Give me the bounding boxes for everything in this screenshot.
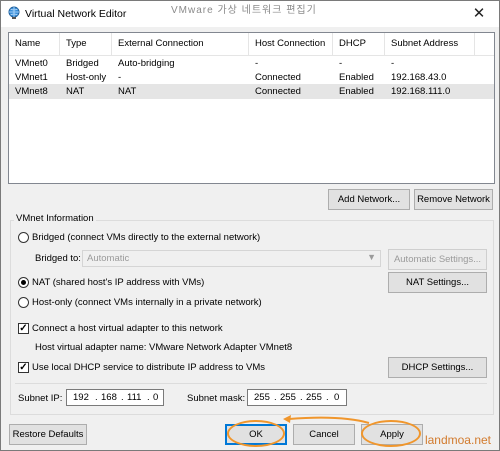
octet-dot: . bbox=[95, 392, 98, 403]
cell-host: - bbox=[255, 58, 259, 69]
bridged-radio[interactable] bbox=[18, 232, 29, 243]
cell-name: VMnet0 bbox=[15, 58, 48, 69]
background-window-title: VMware 가상 네트워크 편집기 bbox=[171, 5, 317, 16]
subnet-mask-octet-1: 255 bbox=[254, 392, 270, 403]
subnet-ip-octet-3: 111 bbox=[127, 392, 142, 403]
automatic-settings-button[interactable]: Automatic Settings... bbox=[388, 249, 487, 270]
column-header-type[interactable]: Type bbox=[60, 33, 112, 55]
subnet-ip-field[interactable]: 192 . 168 . 111 . 0 bbox=[66, 389, 164, 406]
cell-subnet: 192.168.111.0 bbox=[391, 86, 451, 97]
subnet-mask-octet-2: 255 bbox=[280, 392, 296, 403]
adapter-name-label: Host virtual adapter name: VMware Networ… bbox=[35, 342, 293, 353]
table-row[interactable]: VMnet0 Bridged Auto-bridging - - - bbox=[9, 56, 494, 71]
column-header-dhcp[interactable]: DHCP bbox=[333, 33, 385, 55]
title-bar[interactable]: Virtual Network Editor VMware 가상 네트워크 편집… bbox=[1, 1, 499, 27]
octet-dot: . bbox=[121, 392, 124, 403]
table-row[interactable]: VMnet1 Host-only - Connected Enabled 192… bbox=[9, 70, 494, 85]
cell-type: Host-only bbox=[66, 72, 107, 83]
watermark-text: landmoa.net bbox=[424, 433, 491, 447]
cell-external: NAT bbox=[118, 86, 137, 97]
subnet-ip-octet-1: 192 bbox=[73, 392, 89, 403]
subnet-mask-field[interactable]: 255 . 255 . 255 . 0 bbox=[247, 389, 347, 406]
octet-dot: . bbox=[274, 392, 277, 403]
chevron-down-icon: ▼ bbox=[367, 252, 376, 262]
remove-network-button[interactable]: Remove Network bbox=[414, 189, 493, 210]
vmnet-information-label: VMnet Information bbox=[14, 213, 96, 224]
cell-type: NAT bbox=[66, 86, 85, 97]
octet-dot: . bbox=[147, 392, 150, 403]
column-header-host-connection[interactable]: Host Connection bbox=[249, 33, 333, 55]
host-only-label[interactable]: Host-only (connect VMs internally in a p… bbox=[32, 297, 262, 308]
ok-highlight-circle bbox=[227, 420, 285, 447]
bridged-to-value: Automatic bbox=[87, 253, 130, 264]
subnet-ip-octet-4: 0 bbox=[153, 392, 159, 403]
cancel-button[interactable]: Cancel bbox=[293, 424, 355, 445]
list-header: Name Type External Connection Host Conne… bbox=[9, 33, 494, 56]
cell-subnet: 192.168.43.0 bbox=[391, 72, 447, 83]
octet-dot: . bbox=[300, 392, 303, 403]
cell-type: Bridged bbox=[66, 58, 99, 69]
cell-dhcp: - bbox=[339, 58, 343, 69]
nat-radio[interactable] bbox=[18, 277, 29, 288]
subnet-mask-label: Subnet mask: bbox=[187, 393, 246, 404]
column-header-external-connection[interactable]: External Connection bbox=[112, 33, 249, 55]
dhcp-label[interactable]: Use local DHCP service to distribute IP … bbox=[32, 362, 265, 373]
divider bbox=[15, 383, 487, 384]
table-row-selected[interactable]: VMnet8 NAT NAT Connected Enabled 192.168… bbox=[9, 84, 494, 99]
cell-dhcp: Enabled bbox=[339, 72, 374, 83]
cell-name: VMnet8 bbox=[15, 86, 48, 97]
dhcp-checkbox[interactable]: ✓ bbox=[18, 362, 29, 373]
bridged-to-label: Bridged to: bbox=[35, 253, 81, 264]
arrow-icon bbox=[283, 415, 370, 424]
nat-settings-button[interactable]: NAT Settings... bbox=[388, 272, 487, 293]
octet-dot: . bbox=[326, 392, 329, 403]
cell-host: Connected bbox=[255, 86, 301, 97]
cell-dhcp: Enabled bbox=[339, 86, 374, 97]
subnet-ip-octet-2: 168 bbox=[101, 392, 117, 403]
cell-subnet: - bbox=[391, 58, 395, 69]
cell-external: Auto-bridging bbox=[118, 58, 175, 69]
column-header-subnet-address[interactable]: Subnet Address bbox=[385, 33, 475, 55]
bridged-to-select[interactable]: Automatic ▼ bbox=[82, 250, 381, 267]
network-globe-icon bbox=[8, 6, 20, 19]
dhcp-settings-button[interactable]: DHCP Settings... bbox=[388, 357, 487, 378]
nat-label[interactable]: NAT (shared host's IP address with VMs) bbox=[32, 277, 204, 288]
subnet-mask-octet-3: 255 bbox=[306, 392, 322, 403]
bridged-label[interactable]: Bridged (connect VMs directly to the ext… bbox=[32, 232, 260, 243]
add-network-button[interactable]: Add Network... bbox=[328, 189, 410, 210]
close-icon: ✕ bbox=[472, 5, 486, 22]
cell-host: Connected bbox=[255, 72, 301, 83]
host-only-radio[interactable] bbox=[18, 297, 29, 308]
cell-name: VMnet1 bbox=[15, 72, 48, 83]
connect-adapter-checkbox[interactable]: ✓ bbox=[18, 323, 29, 334]
virtual-network-editor-window: Virtual Network Editor VMware 가상 네트워크 편집… bbox=[0, 0, 500, 451]
cell-external: - bbox=[118, 72, 122, 83]
subnet-mask-octet-4: 0 bbox=[334, 392, 340, 403]
network-list[interactable]: Name Type External Connection Host Conne… bbox=[8, 32, 495, 184]
window-title: Virtual Network Editor bbox=[25, 8, 127, 20]
column-header-name[interactable]: Name bbox=[9, 33, 60, 55]
connect-adapter-label[interactable]: Connect a host virtual adapter to this n… bbox=[32, 323, 223, 334]
restore-defaults-button[interactable]: Restore Defaults bbox=[9, 424, 87, 445]
subnet-ip-label: Subnet IP: bbox=[18, 393, 63, 404]
close-button[interactable]: ✕ bbox=[459, 1, 499, 25]
